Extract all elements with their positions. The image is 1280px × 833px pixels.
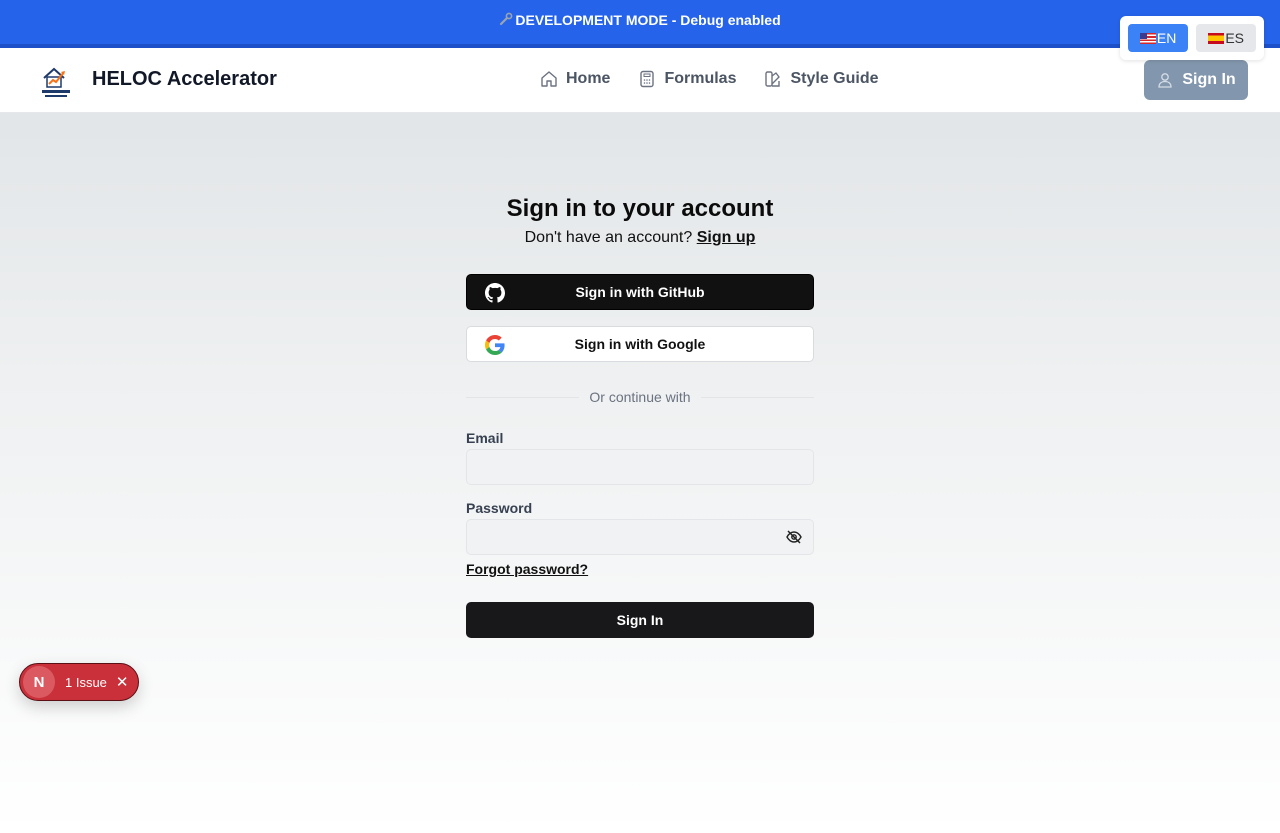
google-button-label: Sign in with Google	[574, 336, 706, 352]
nav-formulas-label: Formulas	[664, 70, 737, 87]
lang-es-button[interactable]: ES	[1196, 24, 1256, 52]
header-sign-in-button[interactable]: Sign In	[1144, 60, 1248, 100]
github-sign-in-button[interactable]: Sign in with GitHub	[466, 274, 814, 310]
lang-en-button[interactable]: EN	[1127, 24, 1189, 52]
site-header: HELOC Accelerator Home Formulas Style Gu…	[0, 48, 1280, 113]
dev-mode-banner: DEVELOPMENT MODE - Debug enabled	[0, 0, 1280, 48]
signup-prompt-text: Don't have an account?	[524, 229, 693, 246]
nav-style-guide-label: Style Guide	[790, 70, 879, 87]
nav-item-home[interactable]: Home	[540, 70, 610, 88]
nav-home-label: Home	[566, 70, 611, 87]
email-label: Email	[466, 430, 504, 446]
palette-icon	[765, 71, 781, 87]
nav-item-style-guide[interactable]: Style Guide	[764, 70, 879, 88]
brand-name[interactable]: HELOC Accelerator	[92, 68, 277, 91]
eye-off-icon[interactable]	[786, 529, 802, 545]
signup-prompt: Don't have an account? Sign up	[466, 229, 814, 247]
main-nav: Home Formulas Style Guide	[540, 70, 879, 88]
dev-issue-badge[interactable]: N 1 Issue ✕	[19, 663, 139, 701]
github-icon	[485, 283, 505, 303]
issue-count[interactable]: 1 Issue	[65, 675, 107, 690]
page-title: Sign in to your account	[506, 195, 774, 222]
sign-in-submit-button[interactable]: Sign In	[466, 602, 814, 638]
github-button-label: Sign in with GitHub	[575, 284, 705, 300]
calculator-icon	[640, 70, 655, 88]
heloc-logo[interactable]	[40, 62, 72, 98]
language-switcher: EN ES	[1119, 16, 1264, 60]
email-field[interactable]	[466, 449, 814, 485]
sign-up-link[interactable]: Sign up	[697, 229, 756, 246]
banner-text: DEVELOPMENT MODE - Debug enabled	[515, 12, 781, 28]
google-icon	[485, 335, 505, 355]
lang-en-label: EN	[1156, 30, 1177, 46]
or-divider: Or continue with	[466, 387, 815, 407]
lang-es-label: ES	[1225, 30, 1244, 46]
nav-item-formulas[interactable]: Formulas	[638, 70, 736, 88]
password-field[interactable]	[466, 519, 814, 555]
close-icon[interactable]: ✕	[116, 673, 129, 691]
sign-in-form: Sign in to your account Don't have an ac…	[466, 195, 815, 638]
us-flag-icon	[1139, 32, 1156, 44]
password-label: Password	[466, 500, 533, 516]
es-flag-icon	[1208, 32, 1225, 44]
google-sign-in-button[interactable]: Sign in with Google	[466, 326, 814, 362]
home-icon	[541, 71, 557, 87]
wrench-icon	[499, 12, 513, 29]
forgot-password-link[interactable]: Forgot password?	[466, 561, 588, 577]
nextjs-logo-icon: N	[23, 666, 55, 698]
header-sign-in-label: Sign In	[1182, 71, 1236, 88]
divider-text: Or continue with	[589, 389, 691, 405]
user-icon	[1158, 73, 1172, 88]
